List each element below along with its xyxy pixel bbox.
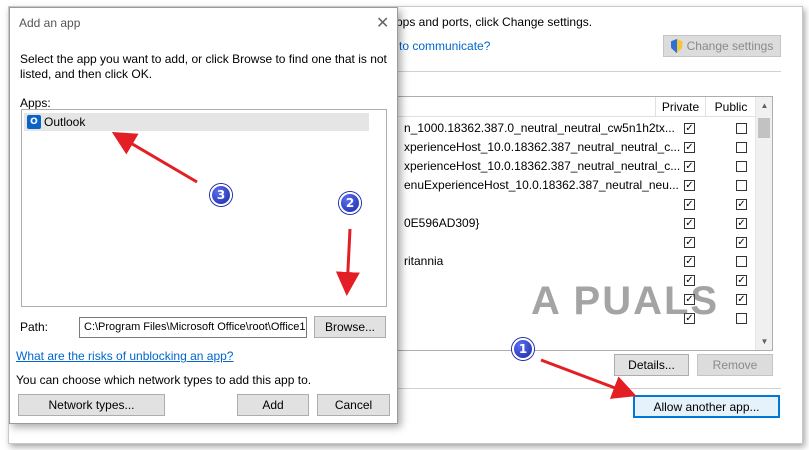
add-an-app-dialog: Add an app ✕ Select the app you want to … (9, 7, 398, 424)
table-row[interactable]: 0E596AD309} ✓ ✓ (398, 214, 756, 233)
close-icon[interactable]: ✕ (376, 13, 389, 32)
step-badge-2: 2 (339, 192, 361, 214)
add-button[interactable]: Add (237, 394, 309, 416)
risks-link[interactable]: What are the risks of unblocking an app? (16, 349, 233, 363)
network-types-button[interactable]: Network types... (18, 394, 165, 416)
public-checkbox[interactable] (736, 161, 747, 172)
table-row[interactable]: n_1000.18362.387.0_neutral_neutral_cw5n1… (398, 119, 756, 138)
list-scrollbar[interactable]: ▲ ▼ (755, 97, 772, 350)
apps-label: Apps: (20, 96, 51, 110)
change-settings-label: Change settings (686, 39, 774, 53)
public-checkbox[interactable] (736, 180, 747, 191)
column-public[interactable]: Public (705, 97, 756, 117)
table-row[interactable]: ✓ ✓ (398, 195, 756, 214)
apps-listbox[interactable]: O Outlook (21, 109, 387, 307)
table-row[interactable]: ritannia ✓ (398, 252, 756, 271)
change-settings-button[interactable]: Change settings (663, 35, 781, 57)
scroll-down-icon[interactable]: ▼ (756, 333, 772, 350)
instruction-line-2: listed, and then click OK. (20, 67, 153, 81)
public-checkbox[interactable] (736, 142, 747, 153)
table-row[interactable]: xperienceHost_10.0.18362.387_neutral_neu… (398, 138, 756, 157)
public-checkbox[interactable]: ✓ (736, 275, 747, 286)
details-button[interactable]: Details... (614, 354, 689, 376)
table-row[interactable]: xperienceHost_10.0.18362.387_neutral_neu… (398, 157, 756, 176)
list-header: Private Public (398, 97, 756, 117)
private-checkbox[interactable]: ✓ (684, 123, 695, 134)
dialog-title: Add an app (19, 16, 81, 30)
row-app-name: n_1000.18362.387.0_neutral_neutral_cw5n1… (404, 121, 675, 135)
communicate-link[interactable]: to communicate? (399, 39, 490, 53)
private-checkbox[interactable]: ✓ (684, 161, 695, 172)
group-divider (397, 71, 781, 72)
private-checkbox[interactable]: ✓ (684, 199, 695, 210)
public-checkbox[interactable] (736, 123, 747, 134)
row-app-name: xperienceHost_10.0.18362.387_neutral_neu… (404, 140, 681, 154)
private-checkbox[interactable]: ✓ (684, 142, 695, 153)
cancel-button[interactable]: Cancel (317, 394, 390, 416)
firewall-allowed-apps-window: pps and ports, click Change settings. to… (8, 6, 803, 444)
row-app-name: 0E596AD309} (404, 216, 480, 230)
public-checkbox[interactable]: ✓ (736, 237, 747, 248)
table-row[interactable]: enuExperienceHost_10.0.18362.387_neutral… (398, 176, 756, 195)
app-label: Outlook (44, 115, 86, 129)
private-checkbox[interactable]: ✓ (684, 237, 695, 248)
public-checkbox[interactable]: ✓ (736, 294, 747, 305)
browse-button[interactable]: Browse... (314, 316, 386, 338)
appuals-watermark: A PUALS (531, 279, 720, 323)
step-badge-3: 3 (210, 184, 232, 206)
private-checkbox[interactable]: ✓ (684, 218, 695, 229)
network-info-text: You can choose which network types to ad… (16, 373, 312, 387)
column-private[interactable]: Private (655, 97, 705, 117)
table-row[interactable]: ✓ ✓ (398, 233, 756, 252)
path-input[interactable]: C:\Program Files\Microsoft Office\root\O… (79, 317, 307, 338)
change-settings-hint: pps and ports, click Change settings. (396, 15, 593, 29)
remove-button[interactable]: Remove (697, 354, 773, 376)
public-checkbox[interactable] (736, 256, 747, 267)
public-checkbox[interactable]: ✓ (736, 218, 747, 229)
uac-shield-icon (670, 39, 683, 53)
row-app-name: xperienceHost_10.0.18362.387_neutral_neu… (404, 159, 681, 173)
scroll-thumb[interactable] (758, 118, 770, 138)
private-checkbox[interactable]: ✓ (684, 256, 695, 267)
scroll-up-icon[interactable]: ▲ (756, 97, 772, 114)
public-checkbox[interactable]: ✓ (736, 199, 747, 210)
bottom-divider (397, 388, 781, 389)
step-badge-1: 1 (512, 338, 534, 360)
path-label: Path: (20, 320, 49, 334)
row-app-name: ritannia (404, 254, 444, 268)
allow-another-app-button[interactable]: Allow another app... (633, 395, 780, 418)
outlook-icon: O (27, 115, 41, 129)
public-checkbox[interactable] (736, 313, 747, 324)
instruction-line-1: Select the app you want to add, or click… (20, 52, 387, 66)
row-app-name: enuExperienceHost_10.0.18362.387_neutral… (404, 178, 679, 192)
private-checkbox[interactable]: ✓ (684, 180, 695, 191)
list-item-outlook[interactable]: O Outlook (24, 113, 369, 131)
